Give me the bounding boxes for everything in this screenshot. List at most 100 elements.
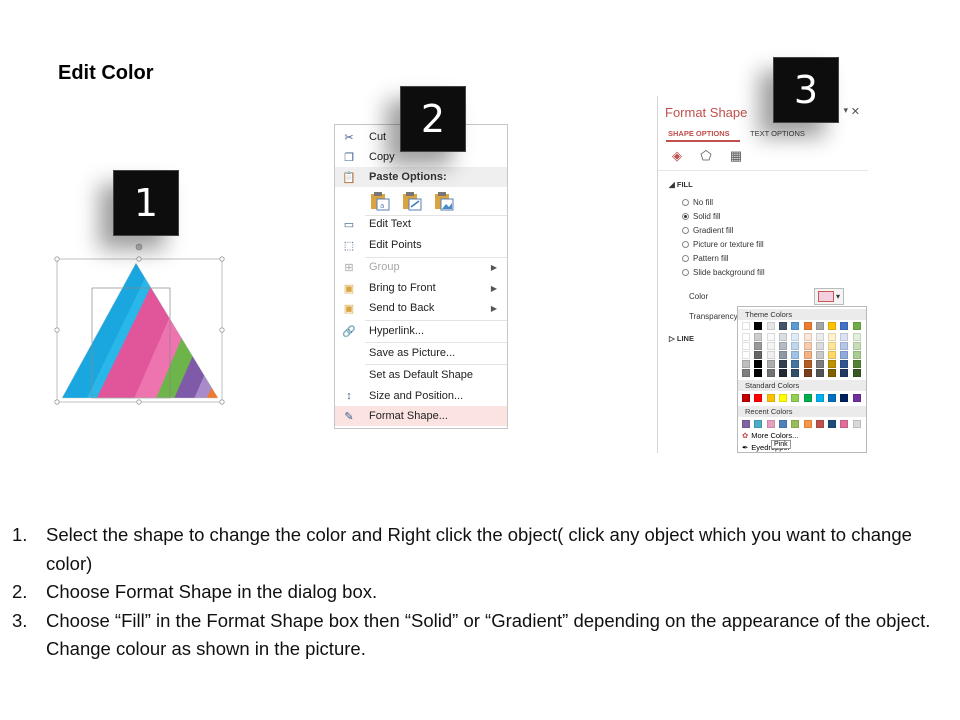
theme-color-swatch[interactable] bbox=[803, 322, 812, 330]
theme-color-swatch[interactable] bbox=[742, 351, 750, 359]
tab-shape-options[interactable]: SHAPE OPTIONS bbox=[668, 129, 730, 138]
menu-item-size-and-position[interactable]: ↕ Size and Position... bbox=[335, 386, 507, 406]
menu-item-send-to-back[interactable]: ▣ Send to Back ▶ bbox=[335, 298, 507, 318]
theme-color-swatch[interactable] bbox=[778, 360, 787, 368]
standard-color-swatch[interactable] bbox=[742, 394, 750, 402]
recent-color-swatch[interactable] bbox=[840, 420, 849, 428]
theme-color-swatch[interactable] bbox=[840, 351, 849, 359]
theme-color-swatch[interactable] bbox=[766, 333, 775, 341]
theme-color-swatch[interactable] bbox=[742, 333, 750, 341]
theme-color-swatch[interactable] bbox=[778, 342, 787, 350]
theme-color-swatch[interactable] bbox=[815, 369, 824, 377]
theme-color-swatch[interactable] bbox=[754, 322, 763, 330]
radio-slide-background-fill[interactable]: Slide background fill bbox=[682, 268, 765, 277]
size-properties-icon[interactable]: ▦ bbox=[728, 148, 744, 164]
theme-color-swatch[interactable] bbox=[754, 342, 763, 350]
striped-triangle-graphic[interactable] bbox=[52, 243, 230, 408]
fill-section-header[interactable]: ◢ FILL bbox=[669, 180, 693, 189]
standard-color-swatch[interactable] bbox=[840, 394, 849, 402]
theme-color-swatch[interactable] bbox=[815, 322, 824, 330]
fill-line-icon[interactable]: ◈ bbox=[669, 148, 685, 164]
theme-color-swatch[interactable] bbox=[852, 342, 861, 350]
theme-color-swatch[interactable] bbox=[852, 360, 861, 368]
theme-color-swatch[interactable] bbox=[766, 360, 775, 368]
theme-color-swatch[interactable] bbox=[840, 322, 849, 330]
theme-color-swatch[interactable] bbox=[840, 342, 849, 350]
theme-color-swatch[interactable] bbox=[803, 333, 812, 341]
theme-color-swatch[interactable] bbox=[828, 342, 837, 350]
theme-color-swatch[interactable] bbox=[791, 360, 800, 368]
theme-color-swatch[interactable] bbox=[742, 369, 750, 377]
recent-color-swatch[interactable] bbox=[828, 420, 837, 428]
submenu-arrow-icon[interactable]: ▶ bbox=[491, 284, 497, 293]
theme-color-swatch[interactable] bbox=[840, 369, 849, 377]
theme-color-swatch[interactable] bbox=[803, 342, 812, 350]
theme-color-swatch[interactable] bbox=[828, 351, 837, 359]
theme-color-swatch[interactable] bbox=[754, 369, 763, 377]
theme-color-swatch[interactable] bbox=[852, 351, 861, 359]
menu-item-bring-to-front[interactable]: ▣ Bring to Front ▶ bbox=[335, 278, 507, 298]
paste-merge-icon[interactable] bbox=[401, 191, 423, 211]
theme-color-swatch[interactable] bbox=[828, 360, 837, 368]
menu-item-save-as-picture[interactable]: Save as Picture... bbox=[335, 343, 507, 363]
menu-item-set-default-shape[interactable]: Set as Default Shape bbox=[335, 365, 507, 385]
theme-color-swatch[interactable] bbox=[828, 322, 837, 330]
theme-color-swatch[interactable] bbox=[778, 322, 787, 330]
standard-color-swatch[interactable] bbox=[828, 394, 837, 402]
theme-color-swatch[interactable] bbox=[754, 360, 763, 368]
recent-color-swatch[interactable] bbox=[742, 420, 750, 428]
theme-color-swatch[interactable] bbox=[803, 360, 812, 368]
theme-color-swatch[interactable] bbox=[791, 369, 800, 377]
menu-item-edit-text[interactable]: ▭ Edit Text bbox=[335, 214, 507, 234]
theme-color-swatch[interactable] bbox=[742, 322, 750, 330]
theme-color-swatch[interactable] bbox=[815, 360, 824, 368]
recent-color-swatch[interactable] bbox=[803, 420, 812, 428]
line-section-header[interactable]: ▷ LINE bbox=[669, 334, 694, 343]
theme-color-swatch[interactable] bbox=[815, 351, 824, 359]
menu-item-hyperlink[interactable]: 🔗 Hyperlink... bbox=[335, 321, 507, 341]
theme-color-swatch[interactable] bbox=[742, 342, 750, 350]
recent-color-swatch[interactable] bbox=[778, 420, 787, 428]
theme-color-swatch[interactable] bbox=[828, 333, 837, 341]
fill-color-dropdown[interactable]: ▾ bbox=[814, 288, 844, 305]
submenu-arrow-icon[interactable]: ▶ bbox=[491, 304, 497, 313]
paste-picture-icon[interactable] bbox=[433, 191, 455, 211]
theme-color-swatch[interactable] bbox=[791, 333, 800, 341]
theme-color-swatch[interactable] bbox=[791, 322, 800, 330]
radio-pattern-fill[interactable]: Pattern fill bbox=[682, 254, 729, 263]
radio-picture-texture-fill[interactable]: Picture or texture fill bbox=[682, 240, 764, 249]
more-colors-option[interactable]: ✿ More Colors... bbox=[742, 431, 798, 440]
theme-color-swatch[interactable] bbox=[791, 351, 800, 359]
theme-color-swatch[interactable] bbox=[766, 342, 775, 350]
theme-color-swatch[interactable] bbox=[778, 369, 787, 377]
theme-color-swatch[interactable] bbox=[803, 351, 812, 359]
standard-color-swatch[interactable] bbox=[778, 394, 787, 402]
menu-item-edit-points[interactable]: ⬚ Edit Points bbox=[335, 235, 507, 255]
theme-color-swatch[interactable] bbox=[754, 333, 763, 341]
radio-no-fill[interactable]: No fill bbox=[682, 198, 713, 207]
menu-item-format-shape[interactable]: ✎ Format Shape... bbox=[335, 406, 507, 426]
recent-color-swatch[interactable] bbox=[852, 420, 861, 428]
recent-color-swatch[interactable] bbox=[754, 420, 763, 428]
theme-color-swatch[interactable] bbox=[803, 369, 812, 377]
standard-color-swatch[interactable] bbox=[803, 394, 812, 402]
theme-color-swatch[interactable] bbox=[840, 333, 849, 341]
pane-options-icon[interactable]: ▾ bbox=[843, 105, 848, 116]
theme-color-swatch[interactable] bbox=[791, 342, 800, 350]
standard-color-swatch[interactable] bbox=[791, 394, 800, 402]
effects-icon[interactable]: ⬠ bbox=[698, 148, 714, 164]
theme-color-swatch[interactable] bbox=[754, 351, 763, 359]
theme-color-swatch[interactable] bbox=[852, 369, 861, 377]
theme-color-swatch[interactable] bbox=[828, 369, 837, 377]
theme-color-swatch[interactable] bbox=[778, 333, 787, 341]
theme-color-swatch[interactable] bbox=[766, 322, 775, 330]
standard-color-swatch[interactable] bbox=[815, 394, 824, 402]
theme-color-swatch[interactable] bbox=[766, 369, 775, 377]
close-icon[interactable]: ✕ bbox=[851, 105, 860, 118]
recent-color-swatch[interactable] bbox=[815, 420, 824, 428]
theme-color-swatch[interactable] bbox=[766, 351, 775, 359]
theme-color-swatch[interactable] bbox=[778, 351, 787, 359]
theme-color-swatch[interactable] bbox=[840, 360, 849, 368]
recent-color-swatch[interactable] bbox=[791, 420, 800, 428]
standard-color-swatch[interactable] bbox=[754, 394, 763, 402]
